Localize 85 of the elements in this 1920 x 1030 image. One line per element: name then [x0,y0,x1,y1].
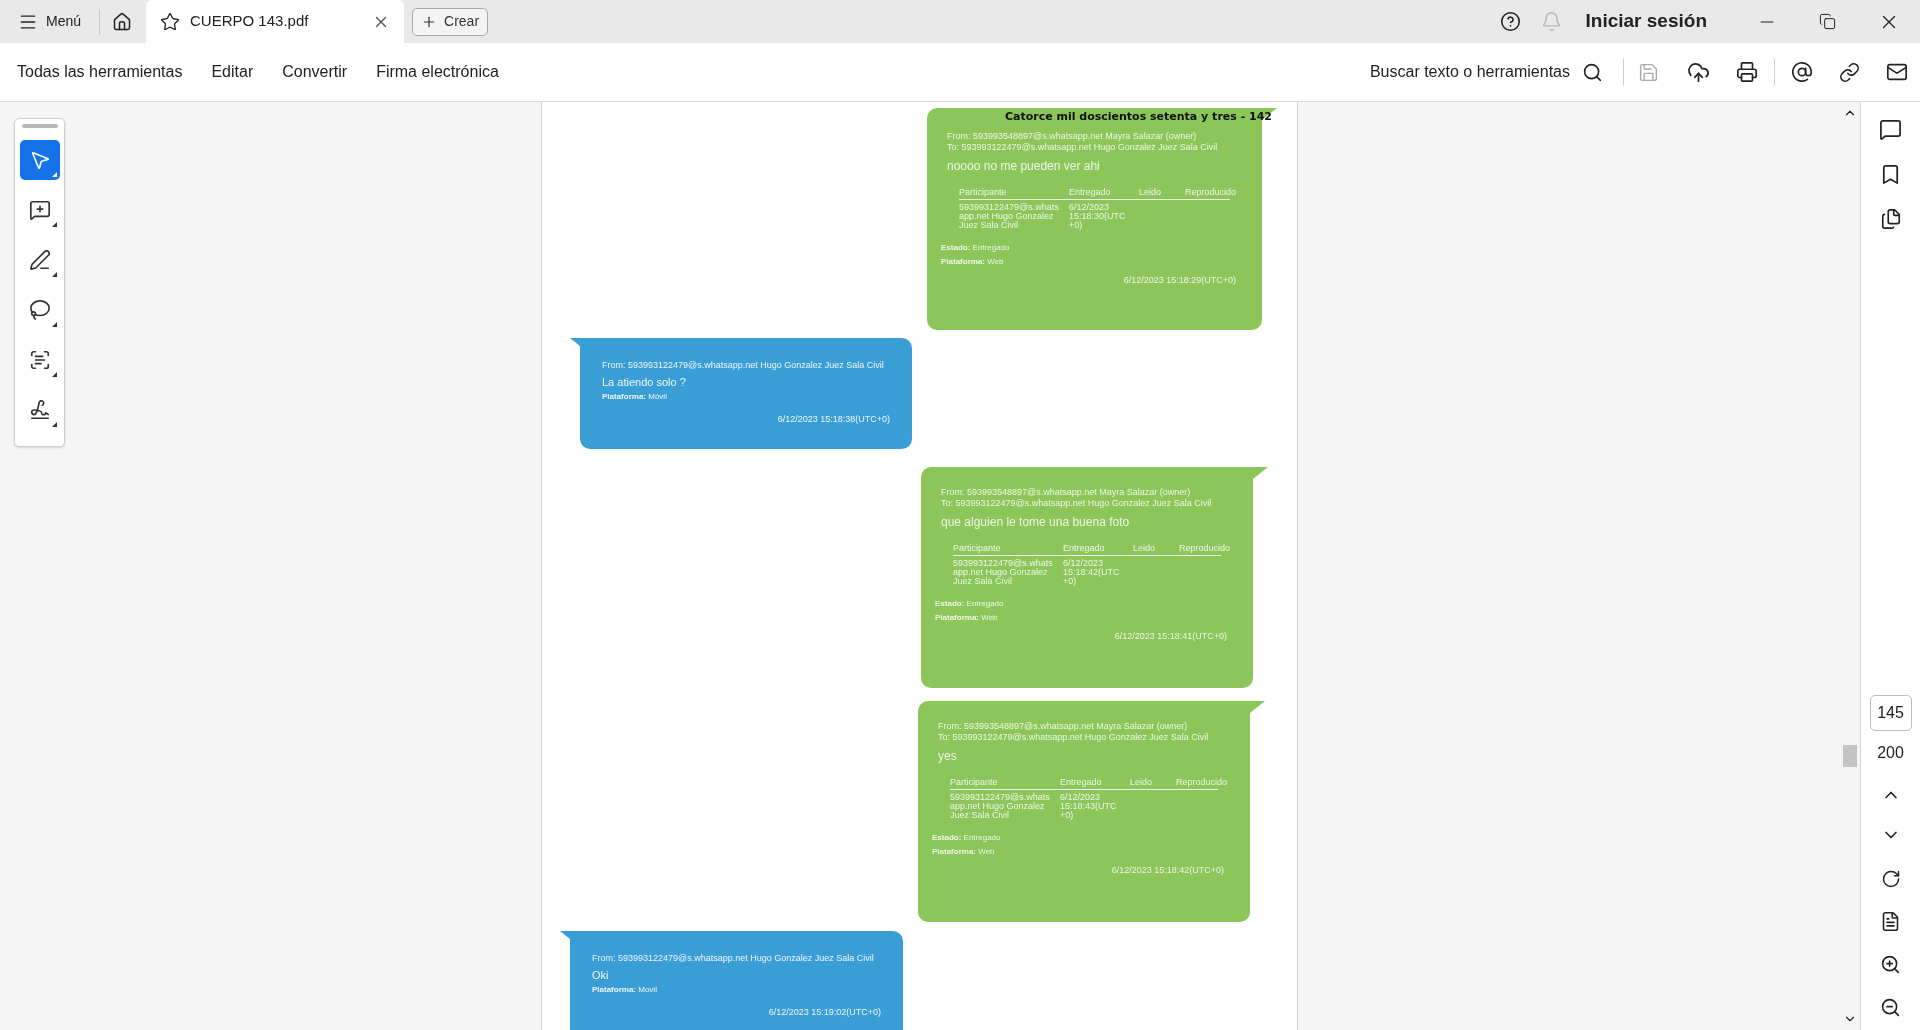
sender-line: From: 593993122479@s.whatsapp.net Hugo Gonzalez Juez Sala Civil [602,360,885,371]
column-header: Reproducido [1185,187,1238,197]
column-header: Participante [959,187,1008,197]
corner-triangle-icon [51,272,57,277]
search-tools-button[interactable]: Buscar texto o herramientas [1363,54,1609,90]
column-header: Entregado [1063,543,1106,553]
table-cell-text: 6/12/2023 15:18:42(UTC+0) [1063,559,1121,586]
search-icon [1582,61,1603,83]
star-icon[interactable] [160,11,181,32]
column-header: Leido [1133,543,1157,553]
at-sign-icon[interactable] [1791,61,1813,83]
document-tab[interactable]: CUERPO 143.pdf [146,0,405,43]
toolbar-menu-item[interactable]: Firma electrónica [367,54,508,90]
column-header: Leido [1130,777,1154,787]
message-text: noooo no me pueden ver ahi [947,159,1101,173]
column-header: Leido [1139,187,1163,197]
restore-icon[interactable] [1819,13,1836,30]
recipient-line: To: 593993122479@s.whatsapp.net Hugo Gonzalez Juez Sala Civil [947,142,1219,153]
column-header: Reproducido [1179,543,1232,553]
corner-triangle-icon [51,172,57,177]
table-cell-text: 6/12/2023 15:18:43(UTC+0) [1060,793,1118,820]
scrollbar-thumb[interactable] [1843,745,1857,767]
tab-title: CUERPO 143.pdf [190,11,310,32]
message-text: La atiendo solo ? [602,376,687,389]
lasso-icon [28,299,51,321]
sender-line: From: 593993548897@s.whatsapp.net Mayra Salazar (owner) [947,131,1198,142]
column-header: Entregado [1060,777,1103,787]
corner-triangle-icon [51,422,57,427]
column-header: Entregado [1069,187,1112,197]
recipient-line: To: 593993122479@s.whatsapp.net Hugo Gonzalez Juez Sala Civil [938,732,1210,743]
help-icon[interactable] [1499,11,1521,32]
message-text: yes [938,749,958,763]
message-timestamp: 6/12/2023 15:19:02(UTC+0) [767,1007,881,1018]
platform-line: Plataforma: Web [935,612,999,623]
pages-icon[interactable] [1879,208,1902,230]
page-total: 200 [1877,743,1904,763]
print-icon[interactable] [1736,61,1758,83]
zoom-out-icon[interactable] [1880,997,1901,1018]
comment-icon[interactable] [1879,118,1902,141]
platform-line: Plataforma: Web [932,846,996,857]
platform-line: Plataforma: Web [941,256,1005,267]
upload-icon[interactable] [1687,60,1710,84]
column-header: Participante [953,543,1002,553]
page-number-field[interactable]: 145 [1869,695,1912,731]
recipient-line: To: 593993122479@s.whatsapp.net Hugo Gonzalez Juez Sala Civil [941,498,1213,509]
message-timestamp: 6/12/2023 15:18:42(UTC+0) [1110,865,1225,876]
table-cell-text: 6/12/2023 15:18:30(UTC+0) [1069,203,1127,230]
mail-icon[interactable] [1886,61,1908,83]
page-fit-icon[interactable] [1880,911,1901,932]
comment-add-icon [28,199,51,221]
corner-triangle-icon [51,222,57,227]
table-cell: 593993122479@s.whatsapp.net Hugo Gonzalez Juez Sala Civil [950,793,1050,820]
message-text: que alguien le tome una buena foto [941,515,1131,529]
sign-in-button[interactable]: Iniciar sesión [1585,7,1707,36]
toolbar-menu-item[interactable]: Convertir [273,54,357,90]
sender-line: From: 593993548897@s.whatsapp.net Mayra Salazar (owner) [938,721,1189,732]
home-icon [112,11,133,32]
signature-pen-icon [28,399,51,421]
platform-line: Plataforma: Movil [592,984,658,995]
pen-icon [28,249,51,271]
zoom-in-icon[interactable] [1880,954,1901,975]
table-cell: 593993122479@s.whatsapp.net Hugo Gonzalez Juez Sala Civil [959,203,1059,230]
create-button[interactable]: Crear [412,7,489,36]
sender-line: From: 593993548897@s.whatsapp.net Mayra Salazar (owner) [941,487,1192,498]
column-header: Participante [950,777,999,787]
status-line: Estado: Entregado [941,242,1011,253]
corner-triangle-icon [51,372,57,377]
link-icon[interactable] [1839,61,1860,83]
corner-triangle-icon [51,322,57,327]
platform-line: Plataforma: Móvil [602,391,668,402]
status-line: Estado: Entregado [932,832,1002,843]
toolbar-menu-item[interactable]: Editar [202,54,263,90]
table-cell: 593993122479@s.whatsapp.net Hugo Gonzalez Juez Sala Civil [953,559,1053,586]
text-box-icon [28,349,51,371]
message-timestamp: 6/12/2023 15:18:29(UTC+0) [1122,275,1237,286]
message-timestamp: 6/12/2023 15:18:38(UTC+0) [776,414,890,425]
scrollbar[interactable] [1840,102,1860,1030]
toolbar-menu-item[interactable]: Todas las herramientas [8,54,192,90]
message-text: Oki [592,969,610,982]
sender-line: From: 593993122479@s.whatsapp.net Hugo Gonzalez Juez Sala Civil [592,953,875,964]
message-timestamp: 6/12/2023 15:18:41(UTC+0) [1113,631,1228,642]
status-line: Estado: Entregado [935,598,1005,609]
menu-button[interactable]: Menú [12,5,88,38]
rotate-icon[interactable] [1880,869,1901,889]
column-header: Reproducido [1176,777,1229,787]
